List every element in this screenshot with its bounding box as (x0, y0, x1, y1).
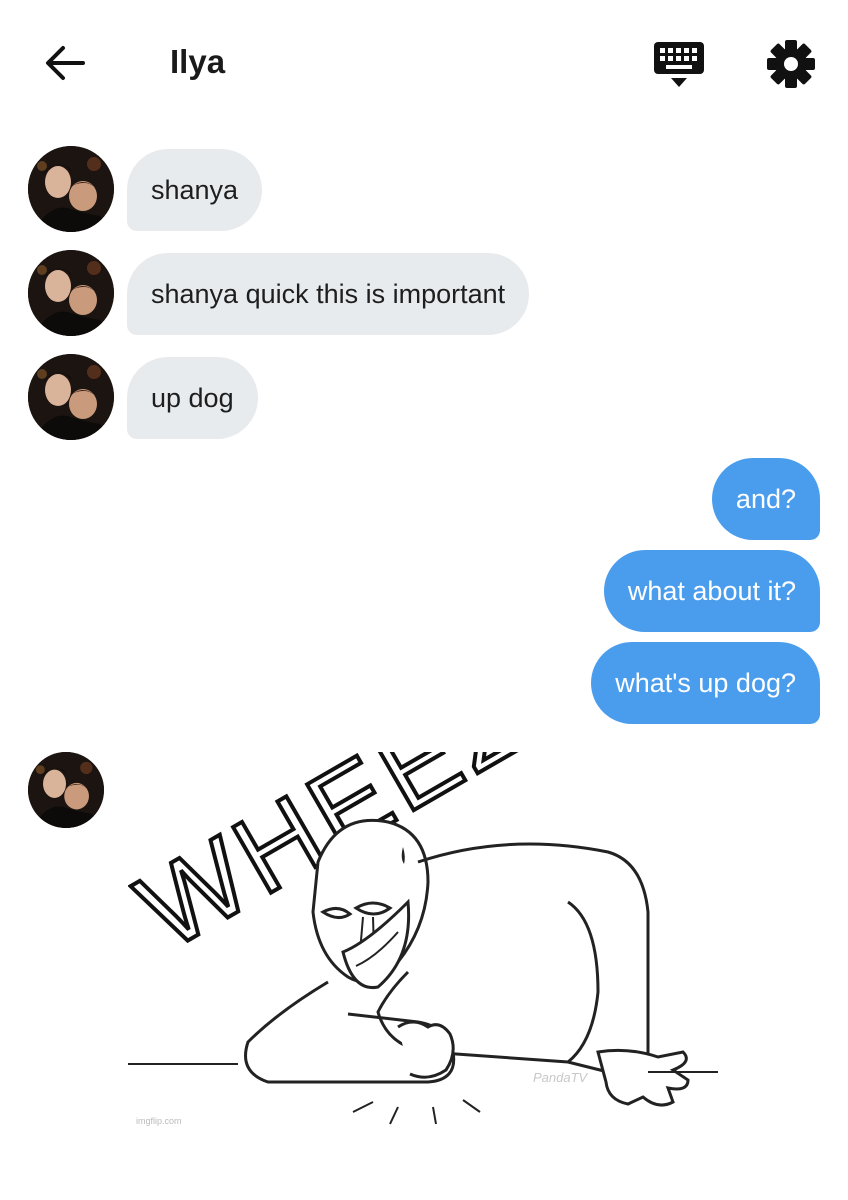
message-text: shanya (151, 175, 239, 205)
gif-message[interactable]: WHEEZE (117, 611, 718, 1132)
outgoing-message-bubble[interactable]: and? (711, 458, 820, 540)
avatar[interactable] (28, 250, 114, 336)
incoming-message-bubble[interactable]: up dog (127, 357, 258, 439)
message-text: what's up dog? (615, 668, 796, 698)
keyboard-icon (654, 42, 704, 87)
wheeze-meme-image: WHEEZE (117, 611, 718, 1132)
avatar-photo (28, 146, 114, 232)
conversation-title: Ilya (170, 43, 226, 80)
settings-button[interactable] (765, 38, 817, 90)
message-text: and? (735, 484, 796, 514)
chat-header: Ilya (0, 0, 848, 124)
keyboard-button[interactable] (652, 40, 706, 90)
avatar[interactable] (28, 752, 104, 828)
incoming-message-bubble[interactable]: shanya quick this is important (127, 253, 530, 335)
message-text: shanya quick this is important (151, 279, 506, 309)
outgoing-message-bubble[interactable]: what's up dog? (591, 642, 820, 724)
avatar-photo (28, 250, 114, 336)
outgoing-message-bubble[interactable]: what about it? (603, 550, 820, 632)
incoming-message-bubble[interactable]: shanya (127, 149, 263, 231)
watermark-left: imgflip.com (136, 1116, 182, 1126)
avatar[interactable] (28, 354, 114, 440)
back-button[interactable] (40, 38, 90, 88)
watermark-right: PandaTV (533, 1070, 589, 1085)
gear-icon (767, 40, 815, 88)
chat-screen: Ilya shanya shanya quick this is importa… (0, 0, 848, 1200)
message-text: up dog (151, 383, 234, 413)
avatar-photo (28, 354, 114, 440)
avatar[interactable] (28, 146, 114, 232)
avatar-photo (28, 752, 104, 828)
message-text: what about it? (627, 576, 796, 606)
arrow-left-icon (46, 46, 85, 80)
